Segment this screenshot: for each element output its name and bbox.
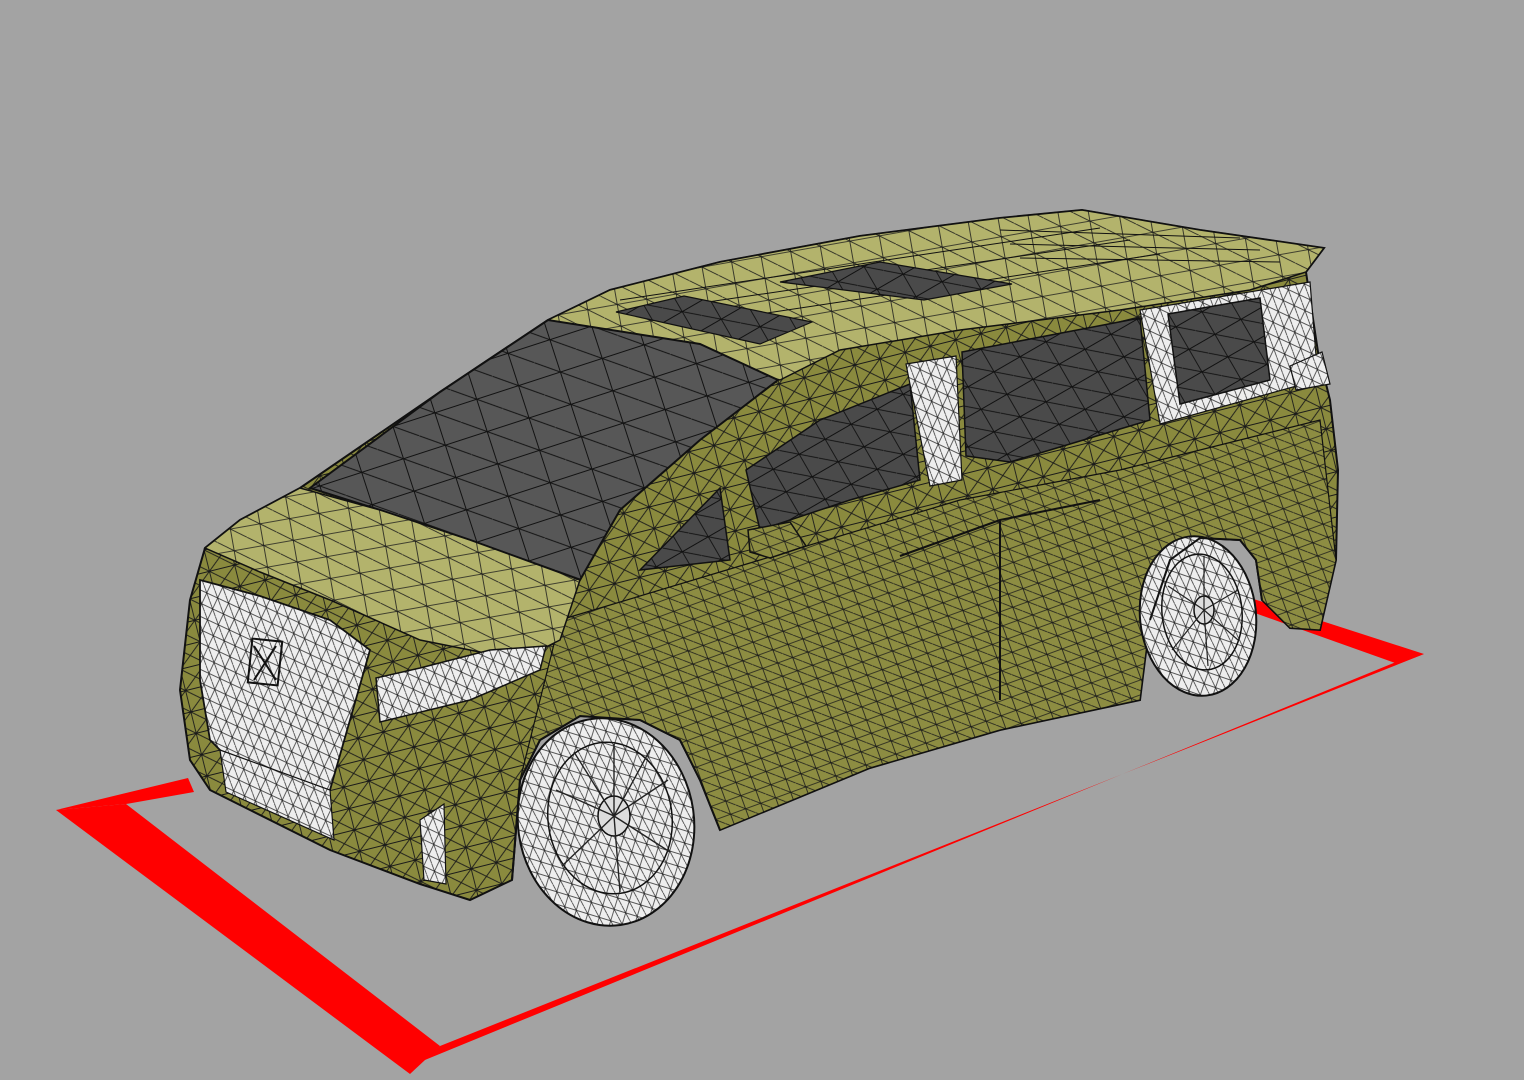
ground-marker-back-edge [1232,592,1424,664]
scene-canvas[interactable] [0,0,1524,1080]
vehicle-model[interactable] [178,208,1340,937]
3d-viewport[interactable] [0,0,1524,1080]
